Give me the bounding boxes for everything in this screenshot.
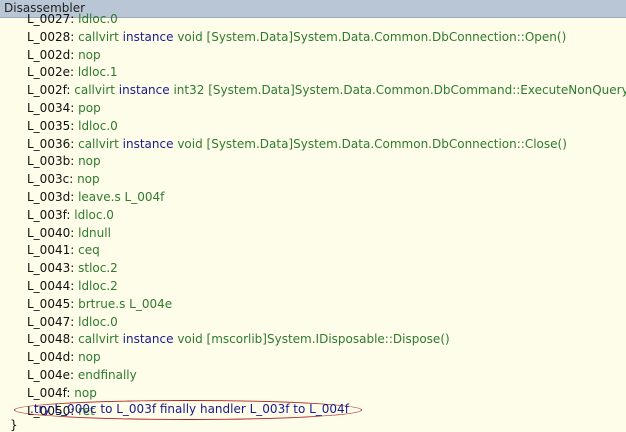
il-instruction: L_0034: pop	[27, 100, 626, 118]
il-instruction: L_0035: ldloc.0	[27, 118, 626, 136]
instruction-label: L_003c:	[27, 172, 74, 187]
instruction-opcode: callvirt	[78, 29, 119, 44]
instruction-keyword: instance	[118, 83, 170, 98]
instruction-label: L_0035:	[27, 118, 75, 133]
instruction-keyword: instance	[122, 136, 174, 151]
instruction-label: L_0043:	[27, 261, 75, 276]
instruction-opcode: nop	[78, 47, 101, 62]
instruction-label: L_0044:	[27, 278, 75, 293]
instruction-label: L_0040:	[27, 225, 75, 240]
instruction-opcode: ldloc.0	[78, 314, 118, 329]
instruction-keyword: instance	[122, 332, 174, 347]
instruction-label: L_004e:	[27, 367, 75, 382]
il-instruction: L_0036: callvirt instance void [System.D…	[27, 136, 626, 154]
instruction-opcode: pop	[78, 100, 101, 115]
instruction-label: L_002d:	[27, 47, 75, 62]
instruction-opcode: ceq	[78, 243, 100, 258]
instruction-opcode: ldloc.2	[78, 278, 118, 293]
instruction-operand: void [System.Data]System.Data.Common.DbC…	[177, 29, 567, 44]
il-instruction: L_0043: stloc.2	[27, 260, 626, 278]
instruction-label: L_0028:	[27, 29, 75, 44]
instruction-opcode: callvirt	[78, 136, 119, 151]
il-instruction: L_0040: ldnull	[27, 225, 626, 243]
instruction-opcode: endfinally	[77, 367, 137, 382]
instruction-operand: int32 [System.Data]System.Data.Common.Db…	[173, 83, 626, 98]
instruction-opcode: leave.s L_004f	[78, 189, 165, 204]
instruction-opcode: ldloc.0	[78, 12, 118, 26]
instruction-label: L_0047:	[27, 314, 75, 329]
il-instruction: L_002d: nop	[27, 47, 626, 65]
il-instruction: L_0044: ldloc.2	[27, 278, 626, 296]
instruction-opcode: ldloc.0	[74, 207, 114, 222]
instruction-label: L_004d:	[27, 350, 75, 365]
il-instruction: L_002e: ldloc.1	[27, 64, 626, 82]
instruction-label: L_003f:	[27, 207, 71, 222]
il-instruction: L_003d: leave.s L_004f	[27, 189, 626, 207]
instruction-opcode: nop	[74, 385, 97, 400]
il-instruction: L_002f: callvirt instance int32 [System.…	[27, 82, 626, 100]
il-instruction: L_0041: ceq	[27, 242, 626, 260]
instruction-label: L_003b:	[27, 154, 75, 169]
il-instruction: L_0028: callvirt instance void [System.D…	[27, 29, 626, 47]
instruction-label: L_002e:	[27, 65, 75, 80]
instruction-opcode: callvirt	[78, 332, 119, 347]
instruction-opcode: brtrue.s L_004e	[78, 296, 173, 311]
instruction-label: L_002f:	[27, 83, 71, 98]
il-instruction: L_004d: nop	[27, 349, 626, 367]
instruction-opcode: stloc.2	[78, 261, 118, 276]
instruction-label: L_004f:	[27, 385, 71, 400]
il-instruction: L_0048: callvirt instance void [mscorlib…	[27, 331, 626, 349]
il-instruction: L_004e: endfinally	[27, 367, 626, 385]
disassembly-listing: L_0027: ldloc.0 L_0028: callvirt instanc…	[27, 11, 626, 420]
il-instruction: L_0027: ldloc.0	[27, 11, 626, 29]
instruction-keyword: instance	[122, 29, 174, 44]
instruction-opcode: ldloc.0	[78, 118, 118, 133]
instruction-operand: void [System.Data]System.Data.Common.DbC…	[177, 136, 567, 151]
instruction-opcode: nop	[77, 172, 100, 187]
instruction-label: L_003d:	[27, 189, 75, 204]
il-instruction: L_003b: nop	[27, 153, 626, 171]
instruction-opcode: ldloc.1	[77, 65, 118, 80]
instruction-label: L_0034:	[27, 100, 75, 115]
instruction-operand: void [mscorlib]System.IDisposable::Dispo…	[177, 332, 450, 347]
il-instruction: L_0045: brtrue.s L_004e	[27, 296, 626, 314]
closing-brace: }	[10, 418, 18, 432]
instruction-label: L_0041:	[27, 243, 75, 258]
il-instruction: L_003f: ldloc.0	[27, 207, 626, 225]
instruction-label: L_0027:	[27, 12, 75, 26]
instruction-opcode: ldnull	[78, 225, 111, 240]
instruction-opcode: nop	[78, 350, 101, 365]
instruction-opcode: callvirt	[74, 83, 115, 98]
instruction-label: L_0045:	[27, 296, 75, 311]
instruction-label: L_0048:	[27, 332, 75, 347]
il-instruction: L_003c: nop	[27, 171, 626, 189]
try-block-line: .try L_000c to L_003f finally handler L_…	[30, 402, 349, 416]
il-instruction: L_0047: ldloc.0	[27, 314, 626, 332]
instruction-opcode: nop	[78, 154, 101, 169]
instruction-label: L_0036:	[27, 136, 75, 151]
